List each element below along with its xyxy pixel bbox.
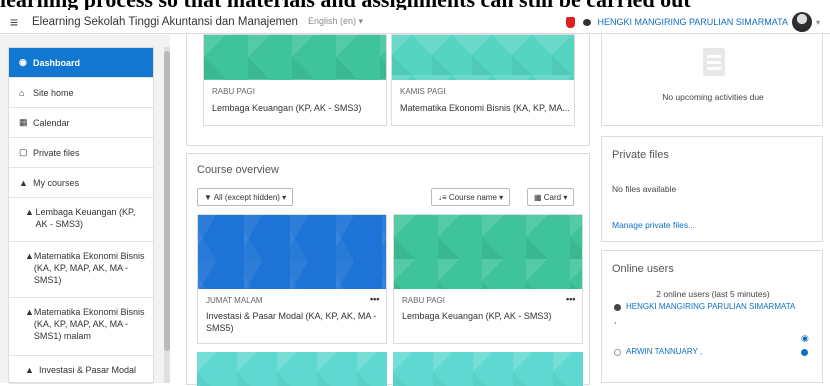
drawer-panel: ◉ Dashboard ⌂ Site home ▦ Calendar ▢ Private…: [8, 47, 154, 384]
nav-drawer: ◉ Dashboard ⌂ Site home ▦ Calendar ▢ Private…: [0, 35, 170, 384]
top-navbar: ≡ Elearning Sekolah Tinggi Akuntansi dan…: [0, 10, 830, 34]
course-image[interactable]: [204, 35, 386, 80]
manage-private-files-link[interactable]: Manage private files...: [612, 220, 695, 230]
main-region: RABU PAGI Lembaga Keuangan (KP, AK - SMS…: [186, 33, 590, 386]
private-files-empty: No files available: [612, 184, 677, 194]
graduation-cap-icon: ▲: [25, 207, 34, 217]
sidebar-item-label: My courses: [33, 177, 80, 188]
sidebar-item-label: Dashboard: [33, 57, 81, 68]
graduation-cap-icon: ▲: [25, 251, 34, 261]
course-card[interactable]: JUMAT MALAM ••• Investasi & Pasar Modal …: [197, 214, 387, 344]
course-menu-icon[interactable]: •••: [566, 294, 575, 304]
user-menu-caret-icon[interactable]: ▾: [816, 18, 820, 27]
course-image[interactable]: [394, 215, 582, 289]
eye-icon[interactable]: ◉: [801, 333, 809, 344]
sidebar-item-label: Matematika Ekonomi Bisnis (KA, KP, MAP, …: [33, 251, 145, 285]
course-image[interactable]: [393, 352, 583, 386]
message-icon[interactable]: [801, 349, 808, 356]
hamburger-icon[interactable]: ≡: [0, 14, 28, 30]
sort-label: Course name ▾: [448, 192, 504, 202]
course-name[interactable]: Lembaga Keuangan (KP, AK - SMS3): [212, 102, 361, 114]
home-icon: ⌂: [19, 87, 25, 98]
scrollbar-thumb[interactable]: [164, 51, 170, 351]
calendar-list-icon: [703, 48, 725, 76]
course-card[interactable]: RABU PAGI ••• Lembaga Keuangan (KP, AK -…: [393, 214, 583, 344]
drawer-scrollbar[interactable]: [164, 47, 170, 383]
recently-accessed-block: RABU PAGI Lembaga Keuangan (KP, AK - SMS…: [186, 33, 590, 146]
course-category: RABU PAGI: [212, 87, 255, 96]
graduation-cap-icon: ▲: [19, 177, 28, 188]
course-image[interactable]: [198, 215, 386, 289]
sidebar-item-my-courses[interactable]: ▲ My courses: [9, 168, 153, 198]
online-users-block: Online users 2 online users (last 5 minu…: [601, 250, 823, 383]
online-user-link[interactable]: ARWIN TANNUARY ,: [626, 347, 702, 356]
sort-icon: ↓≡: [438, 192, 449, 202]
sidebar-item-dashboard[interactable]: ◉ Dashboard: [9, 48, 153, 78]
user-name[interactable]: HENGKI MANGIRING PARULIAN SIMARMATA: [597, 17, 788, 27]
sidebar-item-label: Site home: [33, 87, 74, 98]
graduation-cap-icon: ▲: [25, 365, 34, 375]
sidebar-item-course[interactable]: ▲ Matematika Ekonomi Bisnis (KA, KP, MAP,…: [9, 242, 153, 298]
right-blocks: No upcoming activities due Private files…: [601, 33, 823, 383]
view-dropdown[interactable]: ▦ Card ▾: [527, 188, 575, 206]
message-icon[interactable]: [583, 18, 592, 26]
sidebar-item-course[interactable]: ▲ Matematika Ekonomi Bisnis (KA, KP, MAP,…: [9, 298, 153, 356]
user-avatar-icon: [614, 349, 621, 356]
notification-bell-icon[interactable]: [566, 16, 576, 28]
sidebar-item-site-home[interactable]: ⌂ Site home: [9, 78, 153, 108]
course-card[interactable]: KAMIS PAGI Matematika Ekonomi Bisnis (KA…: [391, 34, 575, 126]
user-avatar-icon: [614, 304, 621, 311]
calendar-icon: ▦: [19, 117, 28, 127]
course-image[interactable]: [392, 35, 574, 80]
sidebar-item-label: Private files: [33, 147, 80, 158]
view-label: Card ▾: [543, 192, 568, 202]
block-title: Online users: [612, 263, 674, 275]
course-category: KAMIS PAGI: [400, 87, 446, 96]
file-icon: ▢: [19, 147, 28, 157]
course-overview-block: Course overview ▼ All (except hidden) ▾ …: [186, 153, 590, 386]
sidebar-item-private-files[interactable]: ▢ Private files: [9, 138, 153, 168]
graduation-cap-icon: ▲: [25, 307, 34, 317]
sidebar-item-label: Lembaga Keuangan (KP, AK - SMS3): [35, 207, 136, 229]
sidebar-item-label: Investasi & Pasar Modal: [39, 365, 137, 375]
online-user-separator: ,: [614, 315, 617, 325]
avatar[interactable]: [791, 12, 812, 32]
online-users-summary: 2 online users (last 5 minutes): [656, 289, 770, 299]
online-user-link[interactable]: HENGKI MANGIRING PARULIAN SIMARMATA: [626, 302, 795, 311]
dashboard-icon: ◉: [19, 57, 27, 67]
course-name[interactable]: Investasi & Pasar Modal (KA, KP, AK, MA …: [206, 310, 378, 334]
course-card[interactable]: RABU PAGI Lembaga Keuangan (KP, AK - SMS…: [203, 34, 387, 126]
timeline-empty-text: No upcoming activities due: [662, 92, 764, 102]
sidebar-item-calendar[interactable]: ▦ Calendar: [9, 108, 153, 138]
sort-dropdown[interactable]: ↓≡ Course name ▾: [431, 188, 511, 206]
course-image[interactable]: [197, 352, 387, 386]
course-name[interactable]: Matematika Ekonomi Bisnis (KA, KP, MA...: [400, 102, 570, 114]
private-files-block: Private files No files available Manage …: [601, 136, 823, 242]
sidebar-item-label: Calendar: [33, 117, 70, 128]
grid-icon: ▦: [534, 192, 544, 202]
course-category: JUMAT MALAM: [206, 296, 263, 305]
site-name[interactable]: Elearning Sekolah Tinggi Akuntansi dan M…: [32, 16, 298, 28]
sidebar-item-label: Matematika Ekonomi Bisnis (KA, KP, MAP, …: [33, 307, 145, 341]
course-name[interactable]: Lembaga Keuangan (KP, AK - SMS3): [402, 310, 551, 322]
block-title: Private files: [612, 149, 669, 161]
language-menu[interactable]: English (en) ▾: [308, 16, 363, 27]
filter-dropdown[interactable]: ▼ All (except hidden) ▾: [197, 188, 294, 206]
sidebar-item-course[interactable]: ▲ Investasi & Pasar Modal: [9, 356, 153, 384]
sidebar-item-course[interactable]: ▲ Lembaga Keuangan (KP, AK - SMS3): [9, 198, 153, 242]
timeline-block: No upcoming activities due: [601, 33, 823, 126]
course-menu-icon[interactable]: •••: [370, 294, 379, 304]
course-category: RABU PAGI: [402, 296, 445, 305]
course-overview-title: Course overview: [197, 164, 279, 176]
